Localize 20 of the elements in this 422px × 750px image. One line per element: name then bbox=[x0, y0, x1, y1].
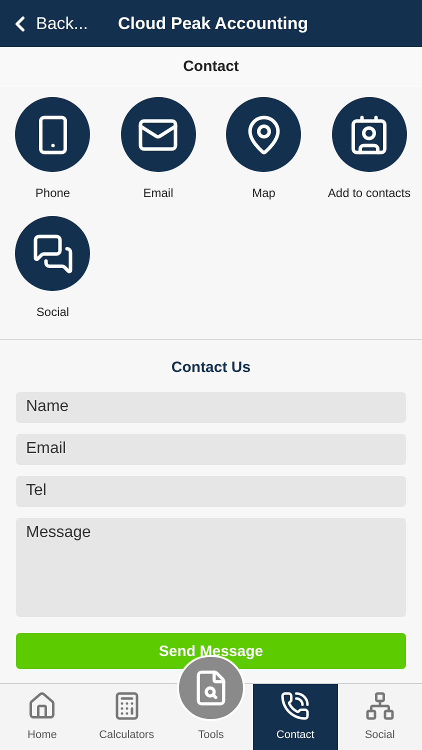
input-field[interactable]: Email bbox=[16, 434, 406, 464]
phone-call-icon bbox=[280, 690, 310, 720]
tab[interactable]: Home bbox=[0, 684, 84, 750]
app-title: Cloud Peak Accounting bbox=[118, 12, 308, 35]
contact-action[interactable]: Phone bbox=[0, 97, 106, 202]
contact-action[interactable]: Add to contacts bbox=[316, 97, 422, 202]
tab[interactable]: Contact bbox=[253, 684, 338, 750]
section-title: Contact bbox=[183, 56, 239, 77]
network-icon bbox=[364, 690, 395, 720]
tab[interactable]: Social bbox=[338, 684, 422, 750]
input-field[interactable]: Tel bbox=[16, 476, 406, 506]
message-field[interactable]: Message bbox=[16, 518, 406, 616]
contact-action[interactable]: Social bbox=[0, 216, 106, 321]
home-icon bbox=[27, 690, 58, 720]
back-button[interactable]: Back... bbox=[8, 10, 108, 36]
contact-action[interactable]: Map bbox=[211, 97, 316, 202]
input-field[interactable]: Name bbox=[16, 392, 406, 422]
form-title: Contact Us bbox=[171, 358, 251, 378]
contact-action[interactable]: Email bbox=[106, 97, 211, 202]
tab[interactable]: Calculators bbox=[84, 684, 169, 750]
